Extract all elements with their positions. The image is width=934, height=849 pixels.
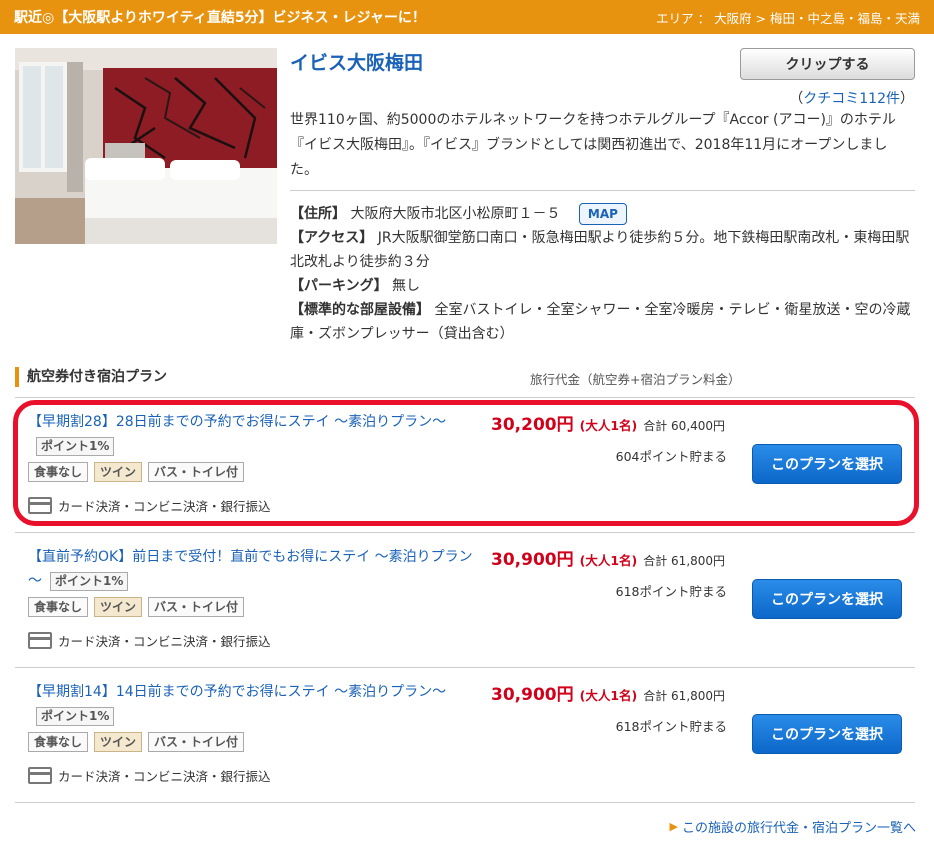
price-total: 合計 60,400円 xyxy=(643,419,726,433)
payment-methods: カード決済・コンビニ決済・銀行振込 xyxy=(28,496,271,515)
points-earned: 604ポイント貯まる xyxy=(615,449,727,464)
review-count-link[interactable]: （クチコミ112件） xyxy=(789,88,914,108)
parking-value: 無し xyxy=(392,278,421,294)
hotel-info: 【住所】 大阪府大阪市北区小松原町１－５ MAP 【アクセス】 JR大阪駅御堂筋… xyxy=(290,202,915,346)
area-breadcrumb[interactable]: エリア ： 大阪府 > 梅田・中之島・福島・天満 xyxy=(656,8,920,27)
triangle-right-icon: ▶ xyxy=(669,820,678,833)
plan-tags: 食事なし ツイン バス・トイレ付 xyxy=(28,732,245,752)
point-badge: ポイント1% xyxy=(36,436,115,456)
select-plan-button[interactable]: このプランを選択 xyxy=(752,714,902,754)
price-amount: 30,200円 xyxy=(491,415,574,435)
plan-price: 30,900円 (大人1名) 合計 61,800円 xyxy=(491,545,725,570)
hotel-photo xyxy=(15,48,277,244)
room-type-tag: ツイン xyxy=(94,462,143,482)
clip-button[interactable]: クリップする xyxy=(740,48,915,80)
hotel-description: 世界110ヶ国、約5000のホテルネットワークを持つホテルグループ『Accor … xyxy=(290,112,896,178)
plan-title[interactable]: 【直前予約OK】前日まで受付！直前でもお得にステイ ～素泊りプラン～ ポイント1% xyxy=(28,545,478,593)
price-amount: 30,900円 xyxy=(491,550,574,570)
plan-tags: 食事なし ツイン バス・トイレ付 xyxy=(28,597,245,617)
price-total: 合計 61,800円 xyxy=(643,554,726,568)
payment-text: カード決済・コンビニ決済・銀行振込 xyxy=(58,769,271,784)
select-plan-button[interactable]: このプランを選択 xyxy=(752,579,902,619)
parking-label: 【パーキング】 xyxy=(290,278,388,294)
price-total: 合計 61,800円 xyxy=(643,689,726,703)
plan-tags: 食事なし ツイン バス・トイレ付 xyxy=(28,462,245,482)
access-value: JR大阪駅御堂筋口南口・阪急梅田駅より徒歩約５分。地下鉄梅田駅南改札・東梅田駅北… xyxy=(290,230,910,270)
credit-card-icon xyxy=(28,767,52,784)
plan-title[interactable]: 【早期割14】14日前までの予約でお得にステイ ～素泊りプラン～ ポイント1% xyxy=(28,680,478,728)
meal-tag: 食事なし xyxy=(28,462,89,482)
address-label: 【住所】 xyxy=(290,206,346,222)
payment-methods: カード決済・コンビニ決済・銀行振込 xyxy=(28,766,271,785)
bath-tag: バス・トイレ付 xyxy=(148,732,245,752)
price-header: 旅行代金（航空券+宿泊プラン料金） xyxy=(530,372,741,387)
hotel-name[interactable]: イビス大阪梅田 xyxy=(290,48,423,75)
plan-title-text[interactable]: 【早期割14】14日前までの予約でお得にステイ ～素泊りプラン～ xyxy=(28,684,446,700)
hotel-room-image xyxy=(15,48,277,244)
address-value: 大阪府大阪市北区小松原町１－５ xyxy=(350,206,561,222)
info-divider xyxy=(290,190,915,191)
meal-tag: 食事なし xyxy=(28,732,89,752)
facilities-label: 【標準的な部屋設備】 xyxy=(290,302,430,318)
price-persons: (大人1名) xyxy=(579,553,638,568)
room-type-tag: ツイン xyxy=(94,597,143,617)
section-divider xyxy=(15,397,915,398)
all-plans-link-text[interactable]: この施設の旅行代金・宿泊プラン一覧へ xyxy=(682,817,916,836)
plan-title-text[interactable]: 【早期割28】28日前までの予約でお得にステイ ～素泊りプラン～ xyxy=(28,414,446,430)
bath-tag: バス・トイレ付 xyxy=(148,462,245,482)
facilities-row: 【標準的な部屋設備】 全室バストイレ・全室シャワー・全室冷暖房・テレビ・衛星放送… xyxy=(290,298,915,346)
review-paren-open: （ xyxy=(789,91,804,107)
review-paren-close: ） xyxy=(900,91,914,107)
banner-title: 駅近◎【大阪駅よりホワイティ直結5分】ビジネス・レジャーに！ xyxy=(14,10,426,26)
point-badge: ポイント1% xyxy=(36,706,115,726)
plan-divider xyxy=(15,667,915,668)
points-earned: 618ポイント貯まる xyxy=(615,719,727,734)
point-badge: ポイント1% xyxy=(50,571,129,591)
room-type-tag: ツイン xyxy=(94,732,143,752)
points-earned: 618ポイント貯まる xyxy=(615,584,727,599)
credit-card-icon xyxy=(28,497,52,514)
plan-title[interactable]: 【早期割28】28日前までの予約でお得にステイ ～素泊りプラン～ ポイント1% xyxy=(28,410,478,458)
access-label: 【アクセス】 xyxy=(290,230,374,246)
plan-price: 30,900円 (大人1名) 合計 61,800円 xyxy=(491,680,725,705)
plan-divider xyxy=(15,532,915,533)
price-amount: 30,900円 xyxy=(491,685,574,705)
parking-row: 【パーキング】 無し xyxy=(290,274,915,298)
access-row: 【アクセス】 JR大阪駅御堂筋口南口・阪急梅田駅より徒歩約５分。地下鉄梅田駅南改… xyxy=(290,226,915,274)
select-plan-button[interactable]: このプランを選択 xyxy=(752,444,902,484)
meal-tag: 食事なし xyxy=(28,597,89,617)
payment-text: カード決済・コンビニ決済・銀行振込 xyxy=(58,634,271,649)
all-plans-link[interactable]: ▶ この施設の旅行代金・宿泊プラン一覧へ xyxy=(670,817,916,836)
payment-text: カード決済・コンビニ決済・銀行振込 xyxy=(58,499,271,514)
address-row: 【住所】 大阪府大阪市北区小松原町１－５ MAP xyxy=(290,202,915,226)
price-persons: (大人1名) xyxy=(579,418,638,433)
section-title: 航空券付き宿泊プラン xyxy=(15,367,167,387)
plan-price: 30,200円 (大人1名) 合計 60,400円 xyxy=(491,410,725,435)
plan-divider xyxy=(15,802,915,803)
payment-methods: カード決済・コンビニ決済・銀行振込 xyxy=(28,631,271,650)
price-persons: (大人1名) xyxy=(579,688,638,703)
map-button[interactable]: MAP xyxy=(578,203,627,225)
review-count-label[interactable]: クチコミ112件 xyxy=(803,91,900,107)
top-banner: 駅近◎【大阪駅よりホワイティ直結5分】ビジネス・レジャーに！ エリア ： 大阪府… xyxy=(0,0,934,34)
bath-tag: バス・トイレ付 xyxy=(148,597,245,617)
credit-card-icon xyxy=(28,632,52,649)
